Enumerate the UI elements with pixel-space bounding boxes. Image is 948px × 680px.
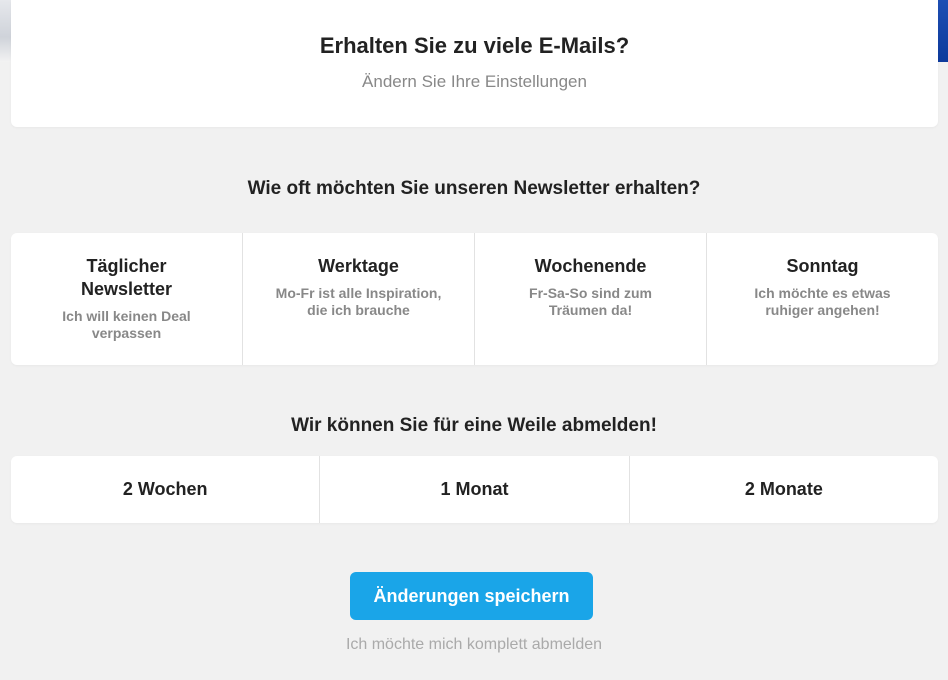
frequency-options: Täglicher Newsletter Ich will keinen Dea… bbox=[11, 233, 938, 365]
option-description: Ich möchte es etwas ruhiger angehen! bbox=[754, 285, 891, 318]
option-description: Fr-Sa-So sind zum Träumen da! bbox=[529, 285, 652, 318]
option-description: Ich will keinen Deal verpassen bbox=[62, 308, 191, 341]
frequency-option-weekdays[interactable]: Werktage Mo-Fr ist alle Inspiration, die… bbox=[242, 233, 474, 365]
option-title: Werktage bbox=[318, 256, 399, 276]
pause-option-1-month[interactable]: 1 Monat bbox=[319, 456, 628, 523]
pause-options: 2 Wochen 1 Monat 2 Monate bbox=[11, 456, 938, 523]
header-card: Erhalten Sie zu viele E-Mails? Ändern Si… bbox=[11, 0, 938, 127]
option-title: Wochenende bbox=[534, 256, 647, 276]
option-title: Täglicher Newsletter bbox=[80, 256, 173, 299]
pause-option-2-weeks[interactable]: 2 Wochen bbox=[11, 456, 319, 523]
frequency-option-sunday[interactable]: Sonntag Ich möchte es etwas ruhiger ange… bbox=[706, 233, 938, 365]
unsubscribe-completely-link[interactable]: Ich möchte mich komplett abmelden bbox=[0, 636, 948, 654]
page-title: Erhalten Sie zu viele E-Mails? bbox=[319, 33, 630, 58]
frequency-option-weekend[interactable]: Wochenende Fr-Sa-So sind zum Träumen da! bbox=[474, 233, 706, 365]
pause-heading: Wir können Sie für eine Weile abmelden! bbox=[291, 415, 657, 436]
frequency-heading: Wie oft möchten Sie unseren Newsletter e… bbox=[247, 178, 701, 199]
option-description: Mo-Fr ist alle Inspiration, die ich brau… bbox=[275, 285, 442, 318]
pause-option-2-months[interactable]: 2 Monate bbox=[628, 456, 938, 523]
frequency-option-daily[interactable]: Täglicher Newsletter Ich will keinen Dea… bbox=[11, 233, 242, 365]
save-changes-button[interactable]: Änderungen speichern bbox=[350, 572, 593, 620]
option-title: Sonntag bbox=[786, 256, 859, 276]
page-subtitle: Ändern Sie Ihre Einstellungen bbox=[362, 72, 587, 91]
